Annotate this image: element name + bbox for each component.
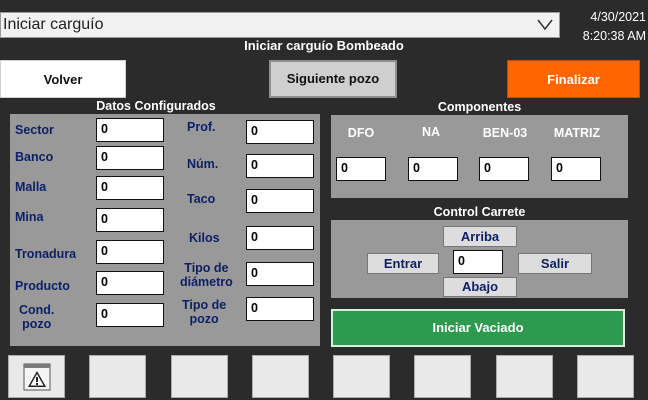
function-key-7[interactable] — [496, 355, 553, 398]
carrete-field[interactable]: 0 — [453, 250, 503, 274]
tipo-diametro-field[interactable]: 0 — [246, 262, 314, 286]
tipo-pozo-line2: pozo — [189, 312, 219, 326]
dfo-field[interactable]: 0 — [336, 157, 386, 181]
na-field[interactable]: 0 — [408, 157, 458, 181]
banco-label: Banco — [15, 150, 54, 164]
siguiente-pozo-button[interactable]: Siguiente pozo — [269, 60, 397, 98]
tipo-pozo-field[interactable]: 0 — [246, 297, 314, 321]
cond-pozo-label: Cond. pozo — [19, 303, 54, 331]
tipo-pozo-line1: Tipo de — [182, 298, 227, 312]
function-key-5[interactable] — [333, 355, 390, 398]
malla-field[interactable]: 0 — [96, 176, 164, 200]
kilos-label: Kilos — [189, 231, 220, 245]
abajo-button[interactable]: Abajo — [443, 277, 517, 297]
function-key-2[interactable] — [89, 355, 146, 398]
cond-pozo-field[interactable]: 0 — [96, 303, 164, 327]
tipo-diametro-line1: Tipo de — [184, 261, 229, 275]
control-carrete-title: Control Carrete — [433, 205, 526, 219]
kilos-field[interactable]: 0 — [246, 226, 314, 250]
finalizar-button[interactable]: Finalizar — [507, 60, 640, 98]
cond-label-line1: Cond. — [19, 303, 55, 317]
tipo-pozo-label: Tipo de pozo — [182, 298, 226, 326]
taco-label: Taco — [187, 192, 216, 206]
sector-field[interactable]: 0 — [96, 118, 164, 142]
warning-icon — [23, 363, 51, 391]
arriba-button[interactable]: Arriba — [443, 226, 517, 247]
taco-field[interactable]: 0 — [246, 189, 314, 213]
tronadura-field[interactable]: 0 — [96, 240, 164, 264]
malla-label: Malla — [15, 180, 47, 194]
dfo-label: DFO — [347, 126, 375, 140]
iniciar-vaciado-button[interactable]: Iniciar Vaciado — [331, 309, 625, 347]
componentes-title: Componentes — [437, 100, 522, 114]
ben-03-label: BEN-03 — [482, 126, 528, 140]
mina-field[interactable]: 0 — [96, 208, 164, 232]
matriz-field[interactable]: 0 — [551, 157, 601, 181]
function-key-1[interactable] — [8, 355, 65, 398]
producto-label: Producto — [15, 279, 70, 293]
salir-button[interactable]: Salir — [518, 253, 592, 274]
page-title: Iniciar carguío Bombeado — [244, 38, 404, 53]
num-field[interactable]: 0 — [246, 154, 314, 178]
ben-03-field[interactable]: 0 — [479, 157, 529, 181]
sector-label: Sector — [15, 123, 54, 137]
tipo-diametro-line2: diámetro — [180, 275, 233, 289]
prof-label: Prof. — [187, 120, 216, 134]
function-key-6[interactable] — [414, 355, 471, 398]
matriz-label: MATRIZ — [553, 126, 601, 140]
tipo-diametro-label: Tipo de diámetro — [180, 261, 233, 289]
screen-selector-value: Iniciar carguío — [3, 16, 104, 33]
date-text: 4/30/2021 — [590, 10, 646, 24]
mina-label: Mina — [15, 210, 44, 224]
na-label: NA — [421, 125, 441, 139]
prof-field[interactable]: 0 — [246, 120, 314, 144]
function-key-8[interactable] — [577, 355, 634, 398]
cond-label-line2: pozo — [22, 317, 52, 331]
function-key-3[interactable] — [171, 355, 228, 398]
volver-button[interactable]: Volver — [0, 60, 126, 98]
producto-field[interactable]: 0 — [96, 271, 164, 295]
num-label: Núm. — [187, 157, 219, 171]
function-key-4[interactable] — [252, 355, 309, 398]
banco-field[interactable]: 0 — [96, 146, 164, 170]
entrar-button[interactable]: Entrar — [367, 253, 439, 274]
screen-selector-dropdown[interactable]: Iniciar carguío — [0, 12, 560, 38]
tronadura-label: Tronadura — [15, 247, 77, 261]
datos-configurados-title: Datos Configurados — [96, 99, 216, 113]
chevron-down-icon[interactable] — [537, 18, 553, 32]
